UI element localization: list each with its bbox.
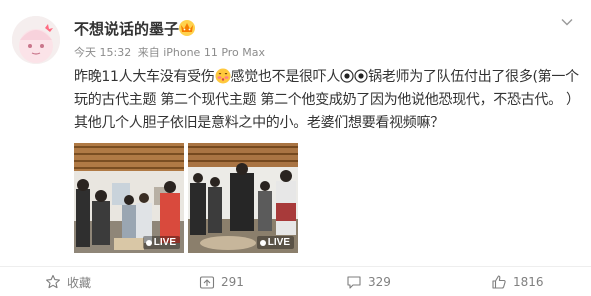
post-time[interactable]: 今天 15:32 — [74, 46, 131, 59]
live-badge: LIVE — [142, 236, 180, 249]
like-count: 1816 — [513, 275, 544, 289]
post-text: 昨晚11人大车没有受伤 感觉也不是很吓人 锅老师为了队伍付出了很多(第一个玩的古… — [74, 66, 584, 135]
repost-icon — [199, 276, 215, 289]
star-icon — [46, 274, 60, 289]
favorite-button[interactable]: 收藏 — [45, 270, 91, 294]
chevron-down-icon[interactable] — [560, 14, 574, 28]
live-badge: LIVE — [256, 236, 294, 249]
avatar[interactable] — [12, 16, 60, 64]
repost-count: 291 — [221, 275, 244, 289]
vip-crown-icon[interactable] — [177, 17, 197, 37]
live-icon — [145, 239, 152, 246]
like-button[interactable]: 1816 — [491, 270, 544, 294]
repost-button[interactable]: 291 — [199, 270, 244, 294]
live-label: LIVE — [153, 237, 176, 248]
username[interactable]: 不想说话的墨子 — [74, 18, 179, 39]
post-meta: 今天 15:32 来自 iPhone 11 Pro Max — [74, 44, 268, 60]
favorite-label: 收藏 — [67, 275, 92, 290]
divider — [0, 266, 591, 267]
post-photo-1[interactable]: LIVE — [74, 143, 184, 253]
comment-icon — [347, 276, 361, 289]
eyes-emoji-icon — [340, 68, 368, 84]
post-photo-2[interactable]: LIVE — [188, 143, 298, 253]
comment-button[interactable]: 329 — [346, 270, 391, 294]
blush-emoji-icon — [215, 68, 231, 84]
live-label: LIVE — [267, 237, 290, 248]
live-icon — [259, 239, 266, 246]
post-source: 来自 iPhone 11 Pro Max — [137, 46, 266, 59]
post-text-part1: 昨晚11人大车没有受伤 — [74, 69, 215, 85]
post-text-part2: 感觉也不是很吓人 — [230, 69, 341, 85]
comment-count: 329 — [368, 275, 391, 289]
thumbs-up-icon — [492, 275, 506, 289]
